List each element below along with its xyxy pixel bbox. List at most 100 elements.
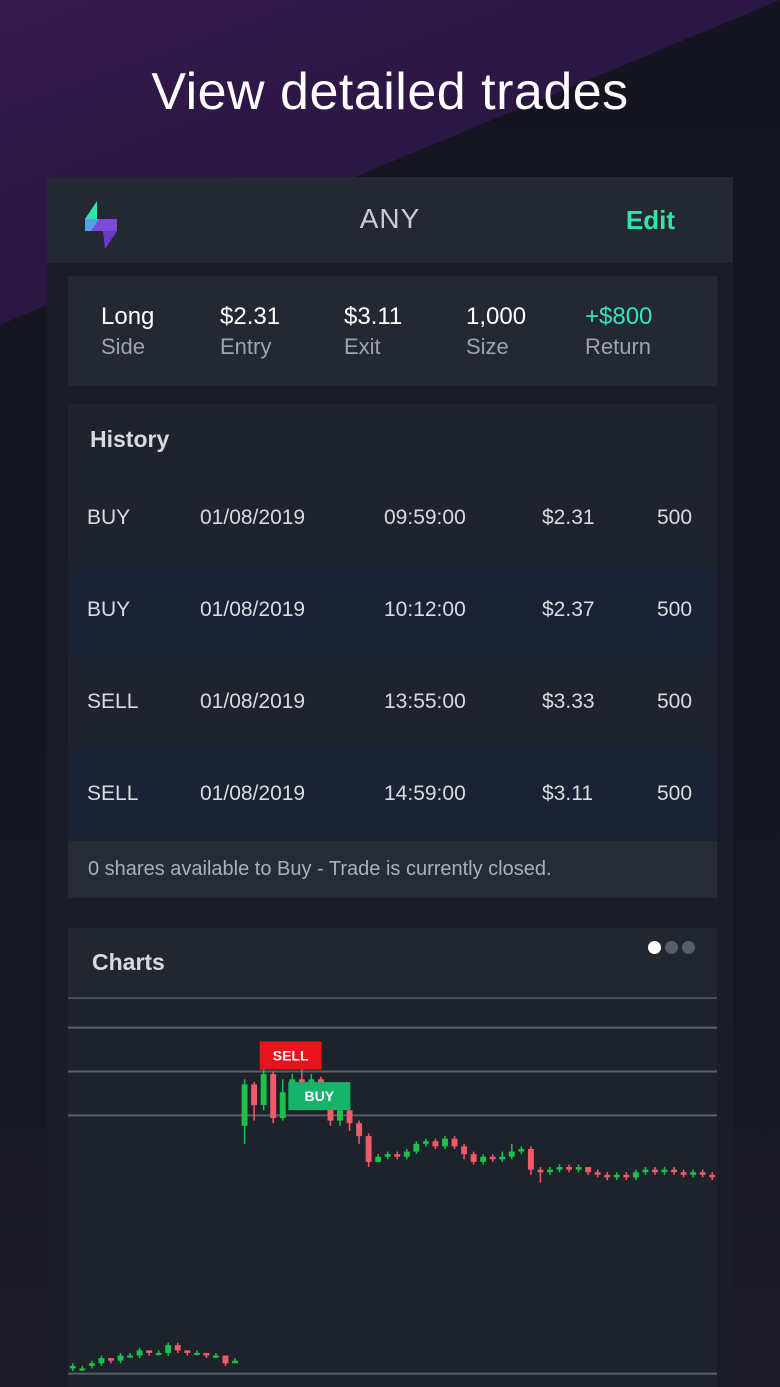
- candle-down: [432, 1141, 439, 1147]
- history-price: $2.37: [542, 598, 595, 621]
- candle-down: [146, 1350, 153, 1353]
- candle-up: [642, 1169, 649, 1173]
- candle-down: [470, 1154, 477, 1162]
- candle-up: [632, 1172, 639, 1178]
- history-action: SELL: [87, 690, 139, 713]
- buy-marker: BUY: [288, 1082, 351, 1111]
- page-dot-1[interactable]: [648, 941, 661, 954]
- candle-up: [79, 1368, 86, 1371]
- candle-down: [585, 1167, 592, 1173]
- summary-entry: $2.31 Entry: [220, 302, 280, 362]
- candle-up: [442, 1138, 448, 1147]
- candle-up: [547, 1169, 553, 1173]
- candle-up: [508, 1151, 515, 1157]
- candle-up: [375, 1156, 382, 1162]
- candle-up: [193, 1352, 200, 1355]
- candle-up: [165, 1345, 172, 1353]
- candle-up: [499, 1156, 506, 1160]
- chart-page-indicator[interactable]: [648, 941, 695, 954]
- history-time: 10:12:00: [384, 598, 466, 621]
- candle-up: [155, 1352, 162, 1355]
- history-price: $3.33: [542, 690, 595, 713]
- summary-entry-label: Entry: [220, 334, 272, 359]
- candle-up: [422, 1141, 429, 1144]
- page-headline: View detailed trades: [151, 63, 629, 121]
- candle-up: [232, 1360, 238, 1364]
- candle-up: [480, 1156, 487, 1162]
- candle-up: [518, 1148, 525, 1152]
- history-quantity: 500: [657, 598, 693, 621]
- history-date: 01/08/2019: [200, 598, 306, 621]
- summary-entry-value: $2.31: [220, 303, 281, 330]
- sell-marker-label: SELL: [273, 1047, 309, 1063]
- history-title: History: [90, 426, 170, 452]
- candle-down: [709, 1174, 716, 1178]
- summary-size-label: Size: [466, 334, 509, 359]
- candlestick-chart-svg: SELL BUY: [68, 1026, 717, 1375]
- history-date: 01/08/2019: [200, 782, 306, 805]
- candle-up: [575, 1167, 582, 1170]
- candle-down: [699, 1172, 706, 1175]
- candle-up: [403, 1151, 410, 1157]
- candle-up: [661, 1169, 668, 1173]
- history-row[interactable]: SELL 01/08/2019 14:59:00 $3.11 500: [68, 749, 717, 841]
- candle-up: [69, 1365, 76, 1369]
- candle-down: [451, 1138, 458, 1147]
- candle-up: [241, 1084, 248, 1126]
- summary-side: Long Side: [101, 302, 154, 362]
- summary-exit-value: $3.11: [344, 303, 403, 330]
- candle-down: [594, 1172, 601, 1175]
- candle-down: [174, 1345, 181, 1351]
- history-price: $3.11: [542, 782, 593, 805]
- candle-down: [652, 1169, 658, 1173]
- candle-down: [184, 1350, 191, 1353]
- charts-panel: Charts SELL BUY: [68, 928, 717, 1387]
- summary-size: 1,000 Size: [466, 302, 526, 362]
- history-quantity: 500: [657, 690, 693, 713]
- page-dot-2[interactable]: [665, 941, 678, 954]
- history-row[interactable]: BUY 01/08/2019 10:12:00 $2.37 500: [68, 565, 717, 657]
- candle-down: [604, 1174, 611, 1178]
- trade-detail-card: ANY Edit Long Side $2.31 Entry $3.11 Exi…: [47, 177, 733, 1387]
- candle-down: [671, 1169, 678, 1173]
- trade-header-bar: ANY Edit: [47, 177, 733, 263]
- summary-return-value: +$800: [585, 303, 653, 330]
- candle-down: [270, 1074, 277, 1119]
- candle-down: [222, 1355, 229, 1364]
- history-row[interactable]: SELL 01/08/2019 13:55:00 $3.33 500: [68, 657, 717, 749]
- candle-down: [527, 1148, 534, 1170]
- candle-up: [260, 1074, 267, 1106]
- candle-up: [613, 1174, 620, 1178]
- history-date: 01/08/2019: [200, 506, 306, 529]
- history-action: BUY: [87, 598, 131, 621]
- history-action: SELL: [87, 782, 139, 805]
- candle-up: [384, 1154, 391, 1157]
- candle-up: [556, 1167, 563, 1170]
- sell-marker: SELL: [259, 1041, 322, 1070]
- history-date: 01/08/2019: [200, 690, 306, 713]
- history-time: 14:59:00: [384, 782, 466, 805]
- history-time: 09:59:00: [384, 506, 466, 529]
- edit-button[interactable]: Edit: [626, 205, 675, 236]
- candle-up: [337, 1110, 343, 1121]
- summary-exit: $3.11 Exit: [344, 302, 402, 362]
- candle-down: [251, 1084, 258, 1106]
- candlestick-chart[interactable]: SELL BUY: [68, 997, 717, 1387]
- candle-down: [623, 1174, 630, 1178]
- page-dot-3[interactable]: [682, 941, 695, 954]
- charts-title: Charts: [92, 949, 165, 975]
- candle-up: [136, 1350, 143, 1356]
- candle-down: [394, 1154, 401, 1157]
- summary-size-value: 1,000: [466, 303, 527, 330]
- history-quantity: 500: [657, 506, 693, 529]
- candle-up: [117, 1355, 124, 1361]
- candle-down: [566, 1167, 573, 1170]
- candle-down: [107, 1358, 114, 1361]
- history-row[interactable]: BUY 01/08/2019 09:59:00 $2.31 500: [68, 473, 717, 565]
- candle-down: [461, 1146, 468, 1155]
- availability-note: 0 shares available to Buy - Trade is cur…: [68, 841, 717, 898]
- candle-down: [346, 1110, 353, 1124]
- history-quantity: 500: [657, 782, 693, 805]
- trade-summary-panel: Long Side $2.31 Entry $3.11 Exit 1,000 S…: [68, 276, 717, 386]
- candle-up: [279, 1092, 286, 1119]
